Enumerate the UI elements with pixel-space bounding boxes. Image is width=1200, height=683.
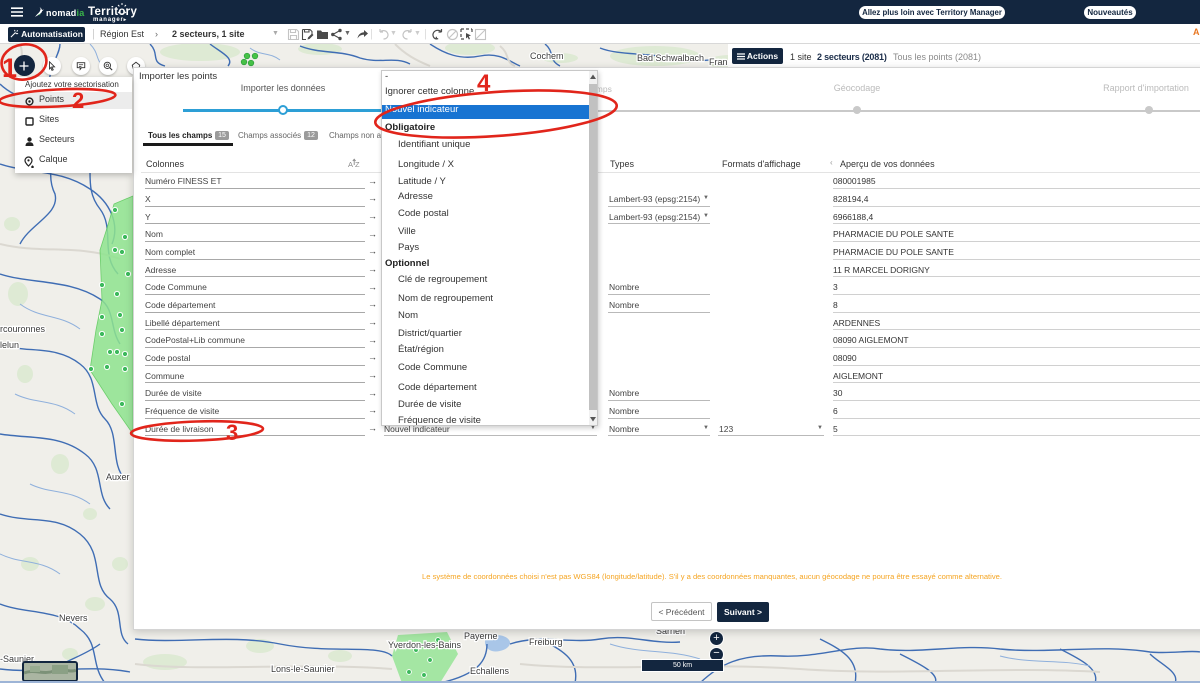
svg-text:3: 3 [226, 420, 238, 445]
svg-text:2: 2 [72, 88, 84, 113]
svg-text:1: 1 [2, 53, 17, 83]
svg-text:4: 4 [477, 70, 491, 97]
